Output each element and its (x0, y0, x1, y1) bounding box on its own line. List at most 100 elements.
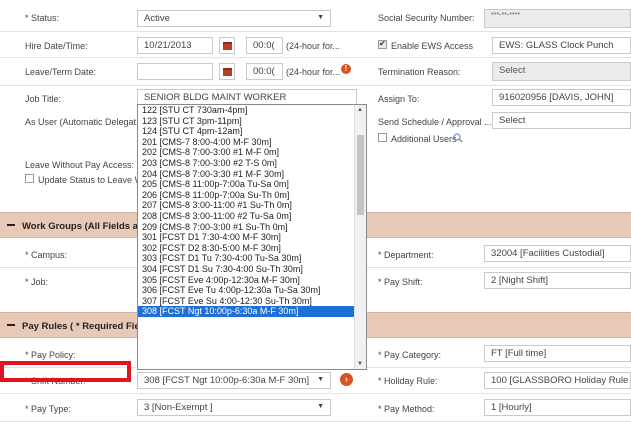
shift-option[interactable]: 209 [CMS-8 7:00-3:00 #1 Su-Th 0m] (138, 222, 355, 233)
hire-time-value: 00:0( (253, 40, 275, 51)
calendar-icon[interactable] (219, 63, 235, 80)
shift-option[interactable]: 206 [CMS-8 11:00p-7:00a Su-Th 0m] (138, 190, 355, 201)
campus-label: * Campus: (25, 250, 68, 260)
pay-rules-title: Pay Rules ( * Required Fie (22, 321, 140, 332)
chevron-down-icon: ▼ (317, 14, 324, 21)
hire-time-hint: (24-hour for... (286, 41, 341, 51)
department-label: * Department: (378, 250, 434, 260)
scroll-down-icon[interactable]: ▼ (357, 361, 363, 367)
update-status-label: Update Status to Leave Wi (38, 175, 146, 185)
leave-time-input[interactable]: 00:0( (246, 63, 283, 80)
lwop-access-label: Leave Without Pay Access: (25, 160, 135, 170)
pay-category-value: FT [Full time] (491, 348, 547, 359)
shift-option[interactable]: 123 [STU CT 3pm-11pm] (138, 116, 355, 127)
highlight-box (0, 361, 131, 382)
shift-option[interactable]: 203 [CMS-8 7:00-3:00 #2 T-S 0m] (138, 158, 355, 169)
shift-option[interactable]: 205 [CMS-8 11:00p-7:00a Tu-Sa 0m] (138, 179, 355, 190)
pay-type-label: * Pay Type: (25, 404, 71, 414)
shift-option[interactable]: 202 [CMS-8 7:00-3:00 #1 M-F 0m] (138, 147, 355, 158)
pay-method-field[interactable]: 1 [Hourly] (484, 399, 631, 416)
assign-to-field[interactable]: 916020956 [DAVIS, JOHN] (492, 89, 631, 106)
holiday-rule-field[interactable]: 100 [GLASSBORO Holiday Rule (484, 372, 631, 389)
chevron-down-icon: ▼ (317, 376, 324, 383)
work-groups-title: Work Groups (All Fields ar (22, 221, 142, 232)
status-label: * Status: (25, 13, 60, 23)
warning-icon: ! (341, 64, 351, 74)
shift-option[interactable]: 208 [CMS-8 3:00-11:00 #2 Tu-Sa 0m] (138, 211, 355, 222)
go-arrow-icon[interactable]: › (340, 373, 353, 386)
pay-method-label: * Pay Method: (378, 404, 435, 414)
holiday-rule-label: * Holiday Rule: (378, 376, 438, 386)
shift-option[interactable]: 307 [FCST Eve Su 4:00-12:30 Su-Th 30m] (138, 296, 355, 307)
ssn-label: Social Security Number: (378, 13, 475, 23)
holiday-rule-value: 100 [GLASSBORO Holiday Rule (491, 375, 629, 386)
hire-date-label: Hire Date/Time: (25, 41, 88, 51)
send-schedule-label: Send Schedule / Approval ... (378, 117, 492, 127)
shift-option[interactable]: 308 [FCST Ngt 10:00p-6:30a M-F 30m] (138, 306, 355, 317)
department-value: 32004 [Facilities Custodial] (491, 248, 605, 259)
scroll-thumb[interactable] (357, 135, 364, 215)
chevron-down-icon: ▼ (317, 403, 324, 410)
collapse-icon (7, 224, 15, 226)
termination-reason-label: Termination Reason: (378, 67, 461, 77)
shift-option[interactable]: 204 [CMS-8 7:00-3:30 #1 M-F 30m] (138, 169, 355, 180)
pay-shift-label: * Pay Shift: (378, 277, 423, 287)
ews-field[interactable]: EWS: GLASS Clock Punch (492, 37, 631, 54)
ssn-value: ***-**-**** (491, 12, 521, 19)
pay-type-select[interactable]: 3 [Non-Exempt ] ▼ (137, 399, 331, 416)
pay-type-value: 3 [Non-Exempt ] (144, 402, 213, 413)
shift-option[interactable]: 201 [CMS-7 8:00-4:00 M-F 30m] (138, 137, 355, 148)
hire-date-input[interactable]: 10/21/2013 (137, 37, 213, 54)
job-title-label: Job Title: (25, 94, 62, 104)
ews-label: Enable EWS Access (391, 41, 474, 51)
send-schedule-value: Select (499, 115, 526, 126)
shift-number-value: 308 [FCST Ngt 10:00p-6:30a M-F 30m] (144, 375, 310, 386)
shift-option[interactable]: 303 [FCST D1 Tu 7:30-4:00 Tu-Sa 30m] (138, 253, 355, 264)
hire-time-input[interactable]: 00:0( (246, 37, 283, 54)
as-user-label: As User (Automatic Delegat... (25, 117, 144, 127)
update-status-checkbox[interactable] (25, 174, 34, 183)
shift-number-select[interactable]: 308 [FCST Ngt 10:00p-6:30a M-F 30m] ▼ (137, 372, 331, 389)
shift-options-list[interactable]: 122 [STU CT 730am-4pm] 123 [STU CT 3pm-11… (138, 105, 355, 317)
pay-category-field[interactable]: FT [Full time] (484, 345, 631, 362)
leave-time-value: 00:0( (253, 66, 275, 77)
job-label: * Job: (25, 277, 49, 287)
shift-option[interactable]: 124 [STU CT 4pm-12am] (138, 126, 355, 137)
hire-date-value: 10/21/2013 (144, 40, 192, 51)
ssn-field[interactable]: ***-**-**** (484, 9, 631, 28)
assign-to-label: Assign To: (378, 94, 420, 104)
shift-option[interactable]: 304 [FCST D1 Su 7:30-4:00 Su-Th 30m] (138, 264, 355, 275)
pay-shift-field[interactable]: 2 [Night Shift] (484, 272, 631, 289)
shift-option[interactable]: 302 [FCST D2 8:30-5:00 M-F 30m] (138, 243, 355, 254)
pay-method-value: 1 [Hourly] (491, 402, 532, 413)
shift-option[interactable]: 207 [CMS-8 3:00-11:00 #1 Su-Th 0m] (138, 200, 355, 211)
department-field[interactable]: 32004 [Facilities Custodial] (484, 245, 631, 262)
additional-users-checkbox[interactable] (378, 133, 387, 142)
ews-checkbox[interactable] (378, 39, 387, 49)
job-title-value: SENIOR BLDG MAINT WORKER (144, 92, 287, 103)
leave-time-hint: (24-hour for... (286, 67, 341, 77)
termination-reason-select[interactable]: Select (492, 62, 631, 81)
scroll-up-icon[interactable]: ▲ (357, 107, 363, 113)
status-select[interactable]: Active ▼ (137, 10, 331, 27)
termination-reason-value: Select (499, 65, 526, 76)
dropdown-scrollbar[interactable]: ▲ ▼ (354, 105, 366, 369)
shift-option[interactable]: 306 [FCST Eve Tu 4:00p-12:30a Tu-Sa 30m] (138, 285, 355, 296)
pay-policy-label: * Pay Policy: (25, 350, 76, 360)
leave-date-label: Leave/Term Date: (25, 67, 97, 77)
shift-option[interactable]: 122 [STU CT 730am-4pm] (138, 105, 355, 116)
shift-number-dropdown[interactable]: 122 [STU CT 730am-4pm] 123 [STU CT 3pm-11… (137, 104, 367, 370)
pay-shift-value: 2 [Night Shift] (491, 275, 549, 286)
shift-option[interactable]: 305 [FCST Eve 4:00p-12:30a M-F 30m] (138, 275, 355, 286)
collapse-icon (7, 324, 15, 326)
search-icon[interactable] (453, 133, 463, 143)
shift-option[interactable]: 301 [FCST D1 7:30-4:00 M-F 30m] (138, 232, 355, 243)
ews-value: EWS: GLASS Clock Punch (499, 40, 614, 51)
pay-category-label: * Pay Category: (378, 350, 442, 360)
leave-date-input[interactable] (137, 63, 213, 80)
status-value: Active (144, 13, 170, 24)
calendar-icon[interactable] (219, 37, 235, 54)
assign-to-value: 916020956 [DAVIS, JOHN] (499, 92, 614, 103)
send-schedule-select[interactable]: Select (492, 112, 631, 129)
additional-users-label: Additional Users (391, 134, 457, 144)
